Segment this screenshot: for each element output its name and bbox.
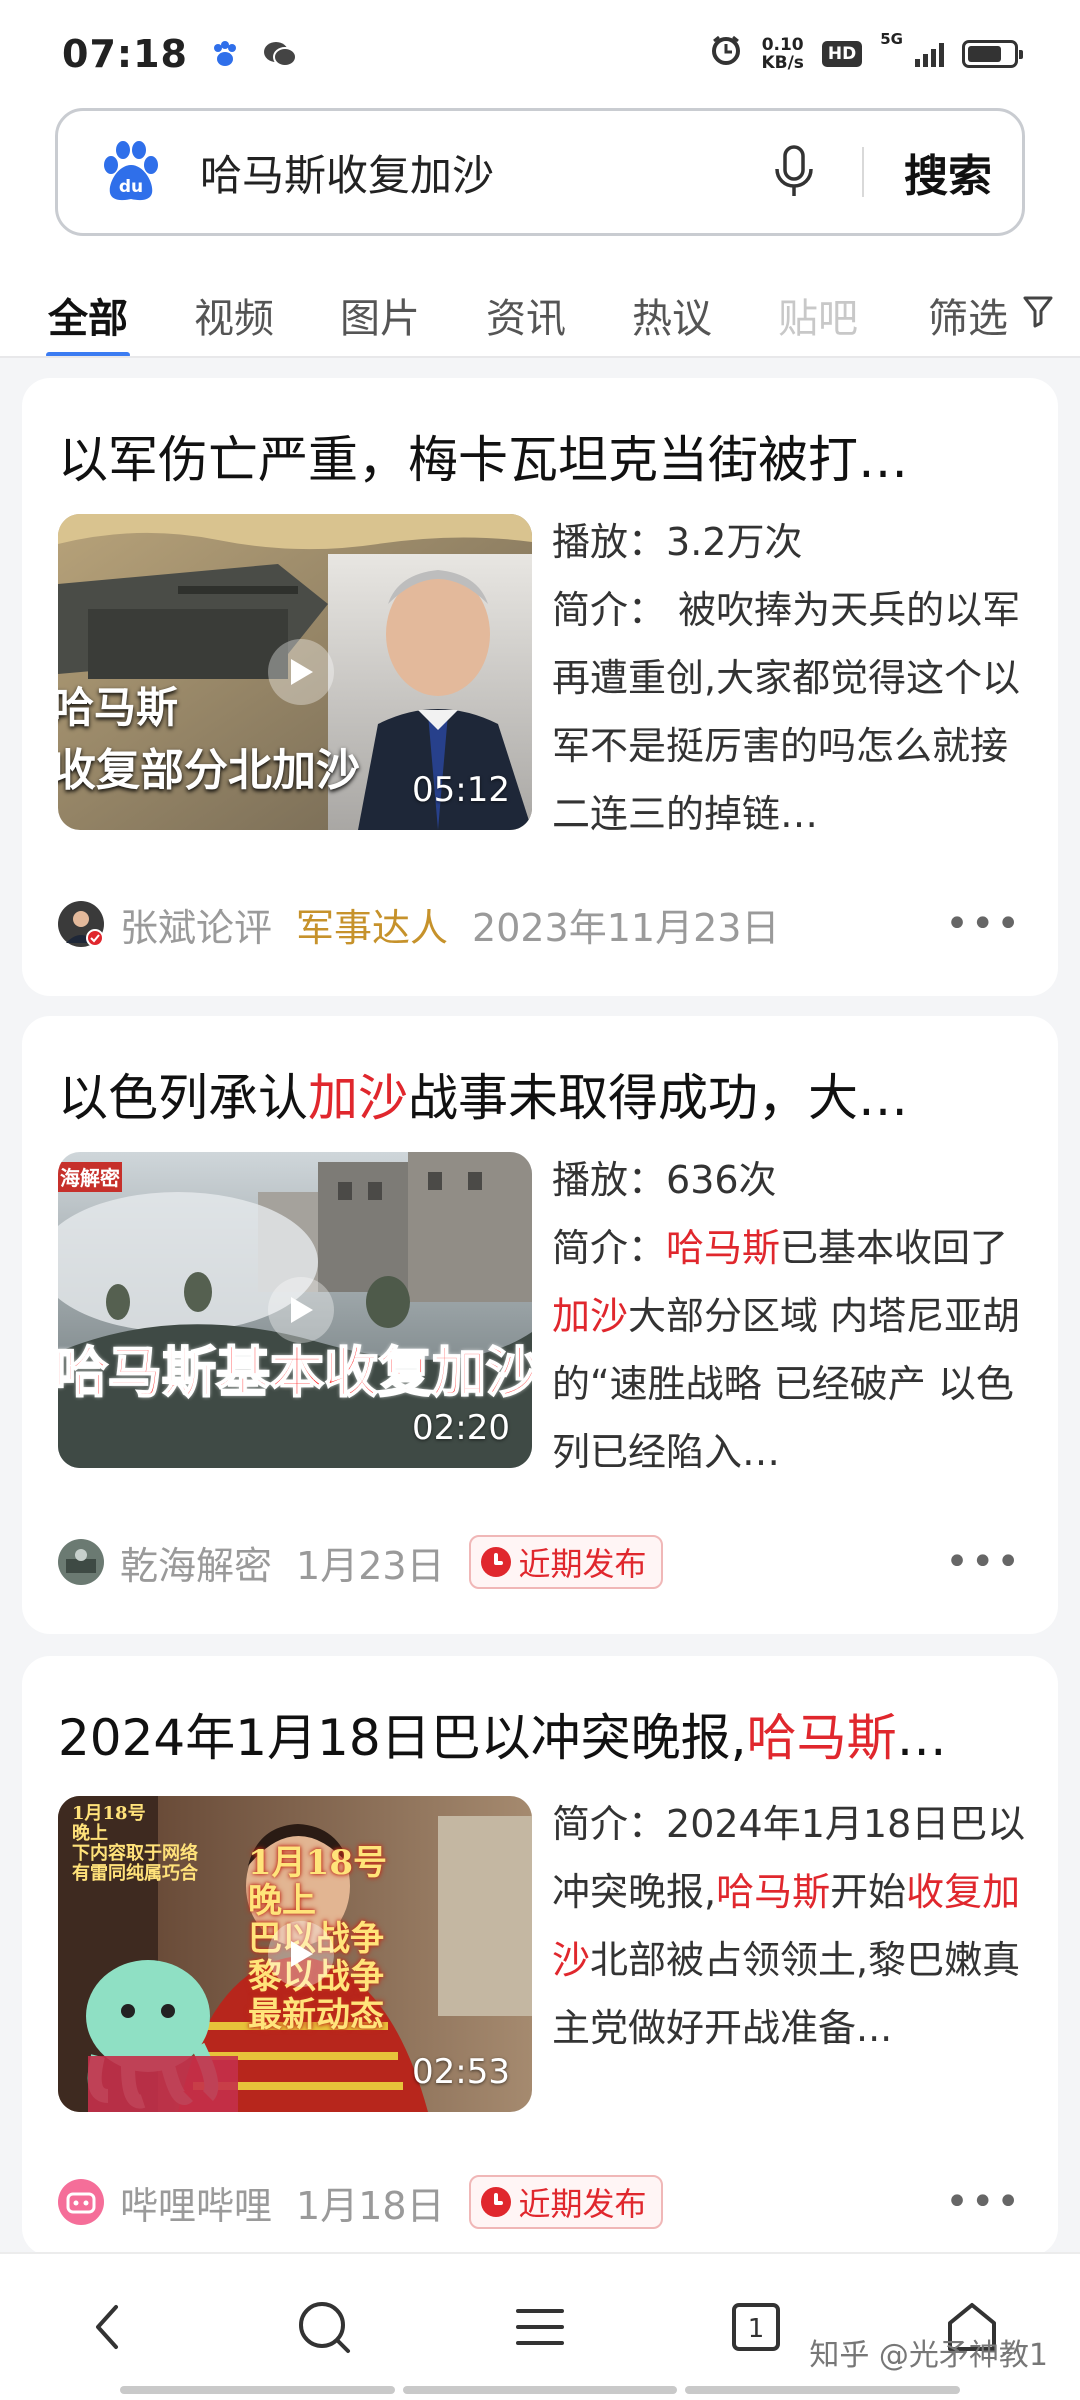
search-icon[interactable] <box>264 2277 384 2377</box>
result-meta: 乾海解密 1月23日 近期发布 ••• <box>58 1532 1022 1592</box>
video-duration: 02:53 <box>412 2052 510 2092</box>
tab-tieba[interactable]: 贴吧 <box>778 272 858 358</box>
author-tag: 军事达人 <box>296 905 449 950</box>
result-card[interactable]: 以军伤亡严重，梅卡瓦坦克当街被打… 哈马斯 收复部分北加沙 05:12 播放：3… <box>22 378 1058 996</box>
clock-icon <box>480 1547 511 1577</box>
signal-icon <box>915 41 944 67</box>
search-divider <box>862 147 864 197</box>
baidu-logo-icon: du <box>98 139 164 205</box>
svg-text:du: du <box>119 177 143 197</box>
avatar[interactable] <box>58 1539 104 1585</box>
gesture-bar <box>120 2386 961 2394</box>
search-box[interactable]: du 哈马斯收复加沙 搜索 <box>55 108 1025 236</box>
bottom-navigation: 1 <box>0 2252 1080 2400</box>
result-title[interactable]: 以色列承认加沙战事未取得成功，大… <box>58 1058 1008 1130</box>
more-options-icon[interactable]: ••• <box>945 2179 1022 2225</box>
recent-badge: 近期发布 <box>468 1535 663 1589</box>
hd-badge: HD <box>821 41 863 67</box>
result-info: 简介：2024年1月18日巴以冲突晚报,哈马斯开始收复加沙北部被占领领土,黎巴嫩… <box>552 1790 1042 2130</box>
tab-all[interactable]: 全部 <box>46 272 130 358</box>
search-button[interactable]: 搜索 <box>904 140 992 204</box>
result-description: 简介：哈马斯已基本收回了加沙大部分区域 内塔尼亚胡的“速胜战略 已经破产 以色列… <box>552 1226 1021 1474</box>
clock-icon <box>480 2187 511 2217</box>
network-type: 5G <box>880 30 903 48</box>
source-name[interactable]: 乾海解密 <box>120 1535 272 1590</box>
video-duration: 02:20 <box>412 1408 510 1448</box>
tab-discussion[interactable]: 热议 <box>632 272 712 358</box>
search-header: du 哈马斯收复加沙 搜索 全部 视频 图片 资讯 热议 贴吧 筛选 <box>0 108 1080 358</box>
battery-icon <box>962 40 1023 68</box>
more-options-icon[interactable]: ••• <box>945 901 1022 947</box>
play-icon <box>268 1921 334 1987</box>
result-meta: 哔哩哔哩 1月18日 近期发布 ••• <box>58 2172 1022 2232</box>
result-info: 播放：636次 简介：哈马斯已基本收回了加沙大部分区域 内塔尼亚胡的“速胜战略 … <box>552 1146 1042 1486</box>
source-name[interactable]: 张斌论评 <box>120 897 272 952</box>
result-info: 播放：3.2万次 简介： 被吹捧为天兵的以军再遭重创,大家都觉得这个以军不是挺厉… <box>552 508 1042 848</box>
tab-video[interactable]: 视频 <box>194 272 274 358</box>
filter-funnel-icon <box>1022 292 1054 338</box>
avatar[interactable] <box>58 901 104 947</box>
thumbnail-corner-label: 1月18号 晚上 下内容取于网络 有雷同纯属巧合 <box>72 1803 198 1884</box>
filter-label: 筛选 <box>928 296 1008 342</box>
result-description: 简介： 被吹捧为天兵的以军再遭重创,大家都觉得这个以军不是挺厉害的吗怎么就接二连… <box>552 588 1021 836</box>
tab-news[interactable]: 资讯 <box>486 272 566 358</box>
video-duration: 05:12 <box>412 770 510 810</box>
microphone-icon[interactable] <box>764 142 824 202</box>
thumbnail-corner-label: 海解密 <box>60 1166 120 1190</box>
result-meta: 张斌论评 军事达人 2023年11月23日 ••• <box>58 894 1022 954</box>
network-speed: 0.10 KB/s <box>761 35 804 73</box>
avatar[interactable] <box>58 2179 104 2225</box>
wechat-icon <box>262 39 298 69</box>
thumbnail-caption: 收复部分北加沙 <box>58 745 360 796</box>
alarm-icon <box>709 32 743 76</box>
result-card[interactable]: 以色列承认加沙战事未取得成功，大… 海解密 哈马斯基本收复加沙 02:20 播放… <box>22 1016 1058 1634</box>
publish-date: 1月18日 <box>296 2183 445 2228</box>
back-icon[interactable] <box>48 2277 168 2377</box>
thumbnail-caption: 哈马斯 <box>58 683 179 732</box>
source-name[interactable]: 哔哩哔哩 <box>120 2175 272 2230</box>
clock-time: 07:18 <box>62 32 188 76</box>
publish-date: 2023年11月23日 <box>472 905 780 950</box>
video-thumbnail[interactable]: 哈马斯 收复部分北加沙 05:12 <box>58 514 532 830</box>
search-input[interactable]: 哈马斯收复加沙 <box>200 142 764 203</box>
publish-date: 1月23日 <box>296 1543 445 1588</box>
result-title[interactable]: 以军伤亡严重，梅卡瓦坦克当街被打… <box>58 420 1008 492</box>
menu-icon[interactable] <box>480 2277 600 2377</box>
result-description: 简介：2024年1月18日巴以冲突晚报,哈马斯开始收复加沙北部被占领领土,黎巴嫩… <box>552 1802 1026 2050</box>
play-icon <box>268 1277 334 1343</box>
more-options-icon[interactable]: ••• <box>945 1539 1022 1585</box>
recent-badge: 近期发布 <box>468 2175 663 2229</box>
svg-text:1: 1 <box>748 2314 765 2344</box>
header-divider <box>0 356 1080 358</box>
tabs-count-icon[interactable]: 1 <box>696 2277 816 2377</box>
result-card[interactable]: 2024年1月18日巴以冲突晚报,哈马斯… 1月18号 晚上 下内容取于网络 有… <box>22 1656 1058 2256</box>
result-title[interactable]: 2024年1月18日巴以冲突晚报,哈马斯… <box>58 1698 1008 1770</box>
baidu-paw-icon <box>210 39 240 69</box>
watermark: 知乎 @光矛神教1 <box>809 2338 1048 2373</box>
play-count: 播放：636次 <box>552 1158 777 1202</box>
filter-button[interactable]: 筛选 <box>892 272 1080 358</box>
tab-images[interactable]: 图片 <box>340 272 420 358</box>
video-thumbnail[interactable]: 1月18号 晚上 下内容取于网络 有雷同纯属巧合 1月18号 晚上 巴以战争 黎… <box>58 1796 532 2112</box>
video-thumbnail[interactable]: 海解密 哈马斯基本收复加沙 02:20 <box>58 1152 532 1468</box>
play-count: 播放：3.2万次 <box>552 520 803 564</box>
category-tabs: 全部 视频 图片 资讯 热议 贴吧 筛选 <box>0 272 1080 358</box>
status-bar: 07:18 0.10 KB/s HD 5G <box>0 0 1080 108</box>
play-icon <box>268 639 334 705</box>
